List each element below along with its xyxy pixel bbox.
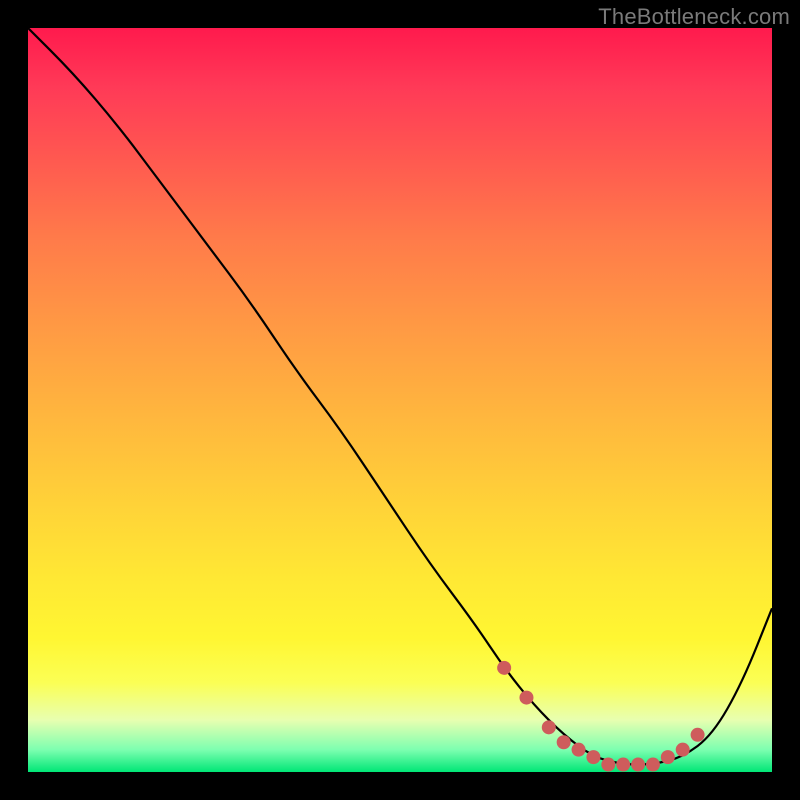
highlight-dot [631,758,645,772]
highlight-dots [497,661,704,772]
highlight-dot [497,661,511,675]
highlight-dot [572,743,586,757]
highlight-dot [586,750,600,764]
watermark-text: TheBottleneck.com [598,4,790,30]
chart-svg [28,28,772,772]
highlight-dot [557,735,571,749]
highlight-dot [616,758,630,772]
highlight-dot [646,758,660,772]
highlight-dot [676,743,690,757]
highlight-dot [661,750,675,764]
chart-container: TheBottleneck.com [0,0,800,800]
highlight-dot [691,728,705,742]
plot-area [28,28,772,772]
highlight-dot [601,758,615,772]
curve-path [28,28,772,765]
highlight-dot [542,720,556,734]
highlight-dot [519,691,533,705]
